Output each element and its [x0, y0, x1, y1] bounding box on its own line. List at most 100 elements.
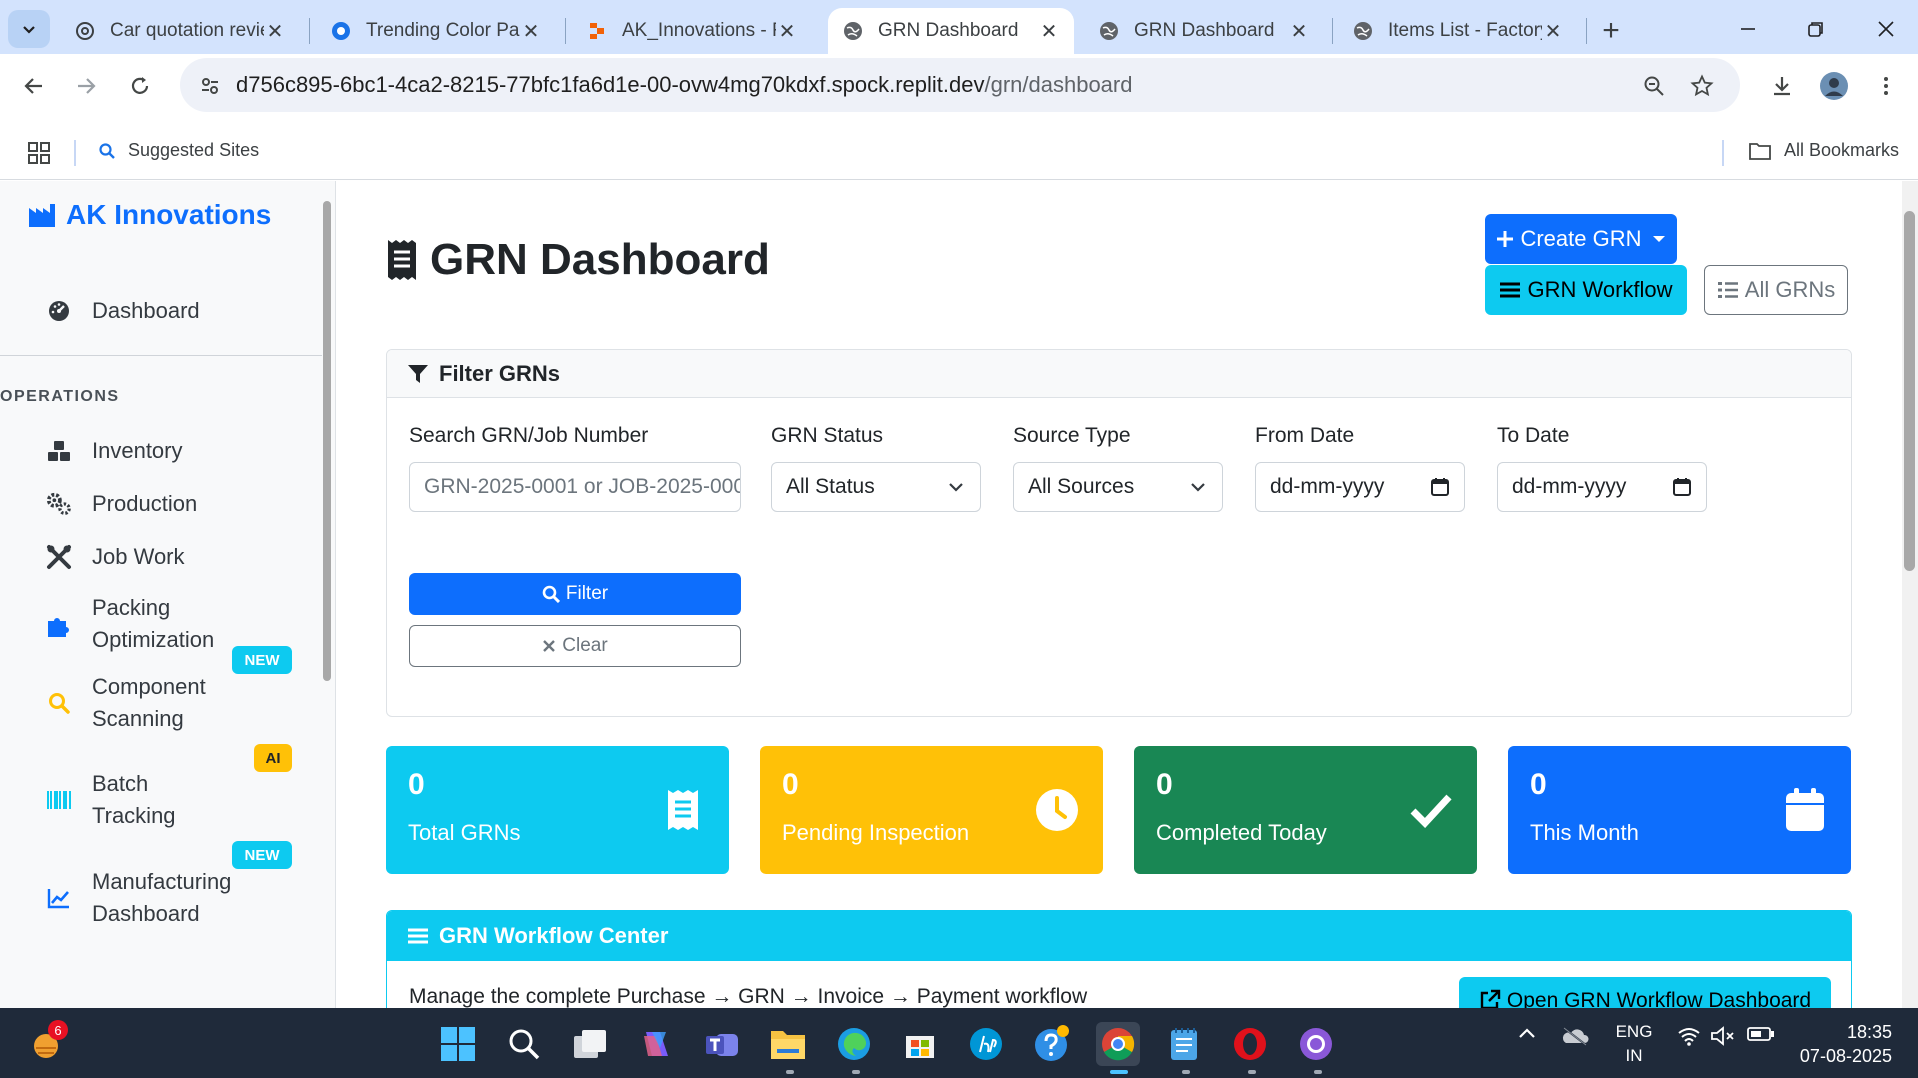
sidebar-item-inventory[interactable]: Inventory [46, 435, 183, 467]
create-grn-button[interactable]: Create GRN [1485, 214, 1677, 264]
reload-icon [131, 77, 149, 94]
page-scrollbar-thumb[interactable] [1904, 211, 1915, 571]
source-label: Source Type [1013, 424, 1131, 447]
opera-icon[interactable] [1228, 1022, 1272, 1066]
hp-icon[interactable] [964, 1022, 1008, 1066]
tab-search-button[interactable] [8, 10, 50, 48]
ms-store-icon[interactable] [898, 1022, 942, 1066]
volume-muted-icon[interactable] [1710, 1026, 1736, 1046]
battery-icon[interactable] [1746, 1026, 1776, 1042]
browser-tab-strip: Car quotation revie ✕ Trending Color Pal… [0, 0, 1918, 58]
bookmark-star-icon[interactable] [1686, 70, 1718, 102]
calendar-icon[interactable] [1672, 477, 1692, 497]
copilot-icon[interactable] [634, 1022, 678, 1066]
teams-icon[interactable] [700, 1022, 744, 1066]
close-window-button[interactable] [1856, 8, 1916, 50]
brand-logo[interactable]: AK Innovations [28, 199, 271, 231]
url-host: d756c895-6bc1-4ca2-8215-77bfc1fa6d1e-00-… [236, 72, 985, 97]
calendar-icon[interactable] [1430, 477, 1450, 497]
sidebar-item-label: Scanning [92, 706, 184, 731]
onedrive-icon[interactable] [1560, 1026, 1590, 1046]
system-clock[interactable]: 18:35 07-08-2025 [1796, 1020, 1892, 1068]
stat-label: This Month [1530, 820, 1639, 845]
downloads-button[interactable] [1762, 66, 1802, 106]
windows-start-icon[interactable] [436, 1022, 480, 1066]
all-bookmarks-button[interactable]: All Bookmarks [1748, 140, 1899, 161]
github-desktop-icon[interactable] [1294, 1022, 1338, 1066]
industry-icon [29, 204, 55, 227]
tab-title: Trending Color Pal [366, 20, 520, 41]
sidebar-item-batch-tracking[interactable]: Batch Tracking [46, 768, 176, 832]
site-info-icon[interactable] [194, 70, 226, 102]
task-view-icon[interactable] [568, 1022, 612, 1066]
browser-tab[interactable]: AK_Innovations - R ✕ [572, 8, 812, 54]
filter-icon [408, 364, 428, 383]
close-icon[interactable]: ✕ [264, 20, 286, 43]
filter-card-header: Filter GRNs [387, 350, 1851, 398]
close-icon[interactable]: ✕ [520, 20, 542, 43]
notepad-icon[interactable] [1162, 1022, 1206, 1066]
close-icon[interactable]: ✕ [776, 20, 798, 43]
sidebar-item-job-work[interactable]: Job Work [46, 541, 185, 573]
grn-workflow-label: GRN Workflow [1527, 277, 1673, 302]
new-tab-button[interactable]: + [1592, 12, 1630, 50]
receipt-icon [388, 240, 416, 280]
minimize-button[interactable] [1718, 8, 1778, 50]
from-date-input[interactable]: dd-mm-yyyy [1255, 462, 1465, 512]
stat-card-total-grns: 0 Total GRNs [386, 746, 729, 874]
close-icon[interactable]: ✕ [1542, 20, 1564, 43]
search-icon[interactable] [502, 1022, 546, 1066]
browser-tab[interactable]: GRN Dashboard ✕ [1084, 8, 1324, 54]
source-select[interactable]: All Sources [1013, 462, 1223, 512]
browser-tab[interactable]: Trending Color Pal ✕ [316, 8, 556, 54]
grn-workflow-button[interactable]: GRN Workflow [1485, 265, 1687, 315]
filter-card-title: Filter GRNs [439, 360, 561, 386]
address-bar[interactable]: d756c895-6bc1-4ca2-8215-77bfc1fa6d1e-00-… [180, 58, 1740, 112]
close-icon[interactable]: ✕ [1038, 20, 1060, 43]
browser-tab[interactable]: Car quotation revie ✕ [60, 8, 300, 54]
close-icon[interactable]: ✕ [1288, 20, 1310, 43]
filter-button[interactable]: Filter [409, 573, 741, 615]
profile-avatar[interactable] [1814, 66, 1854, 106]
search-input[interactable]: GRN-2025-0001 or JOB-2025-0001 [409, 462, 741, 512]
tray-overflow-icon[interactable] [1514, 1026, 1540, 1040]
tab-title: Car quotation revie [110, 20, 264, 41]
reload-button[interactable] [120, 66, 160, 106]
to-date-input[interactable]: dd-mm-yyyy [1497, 462, 1707, 512]
forward-button[interactable] [66, 66, 106, 106]
workflow-center-header: GRN Workflow Center [387, 911, 1851, 961]
file-explorer-icon[interactable] [766, 1022, 810, 1066]
receipt-icon [659, 786, 707, 834]
sidebar-item-dashboard[interactable]: Dashboard [46, 295, 200, 327]
zoom-icon[interactable] [1638, 70, 1670, 102]
url-text[interactable]: d756c895-6bc1-4ca2-8215-77bfc1fa6d1e-00-… [236, 72, 1132, 98]
chrome-icon[interactable] [1096, 1022, 1140, 1066]
browser-tab[interactable]: Items List - Factory ✕ [1338, 8, 1578, 54]
open-workflow-dashboard-button[interactable]: Open GRN Workflow Dashboard [1459, 977, 1831, 1008]
restore-button[interactable] [1786, 8, 1846, 50]
filter-card: Filter GRNs Search GRN/Job Number GRN-20… [386, 349, 1852, 717]
sidebar-item-packing-optimization[interactable]: Packing Optimization [46, 592, 214, 656]
search-icon [542, 585, 560, 603]
back-button[interactable] [14, 66, 54, 106]
to-date-label: To Date [1497, 424, 1570, 447]
sidebar-item-production[interactable]: Production [46, 488, 197, 520]
all-grns-button[interactable]: All GRNs [1704, 265, 1848, 315]
sidebar-scrollbar-thumb[interactable] [323, 201, 331, 681]
bookmark-suggested-sites[interactable]: Suggested Sites [98, 140, 259, 161]
clear-button[interactable]: Clear [409, 625, 741, 667]
cogs-icon [46, 491, 72, 517]
language-code: ENG [1615, 1022, 1653, 1041]
browser-tab-active[interactable]: GRN Dashboard ✕ [828, 8, 1074, 54]
status-select[interactable]: All Status [771, 462, 981, 512]
sidebar-item-component-scanning[interactable]: Component Scanning [46, 671, 206, 735]
apps-grid-icon[interactable] [26, 140, 52, 166]
language-indicator[interactable]: ENG IN [1612, 1020, 1656, 1068]
taskbar-running-indicator [852, 1070, 860, 1074]
help-icon[interactable] [1030, 1022, 1074, 1066]
wifi-icon[interactable] [1676, 1026, 1702, 1046]
sidebar-item-manufacturing-dashboard[interactable]: Manufacturing Dashboard [46, 866, 231, 930]
browser-menu-button[interactable] [1866, 66, 1906, 106]
edge-icon[interactable] [832, 1022, 876, 1066]
status-select-value: All Status [786, 475, 875, 498]
